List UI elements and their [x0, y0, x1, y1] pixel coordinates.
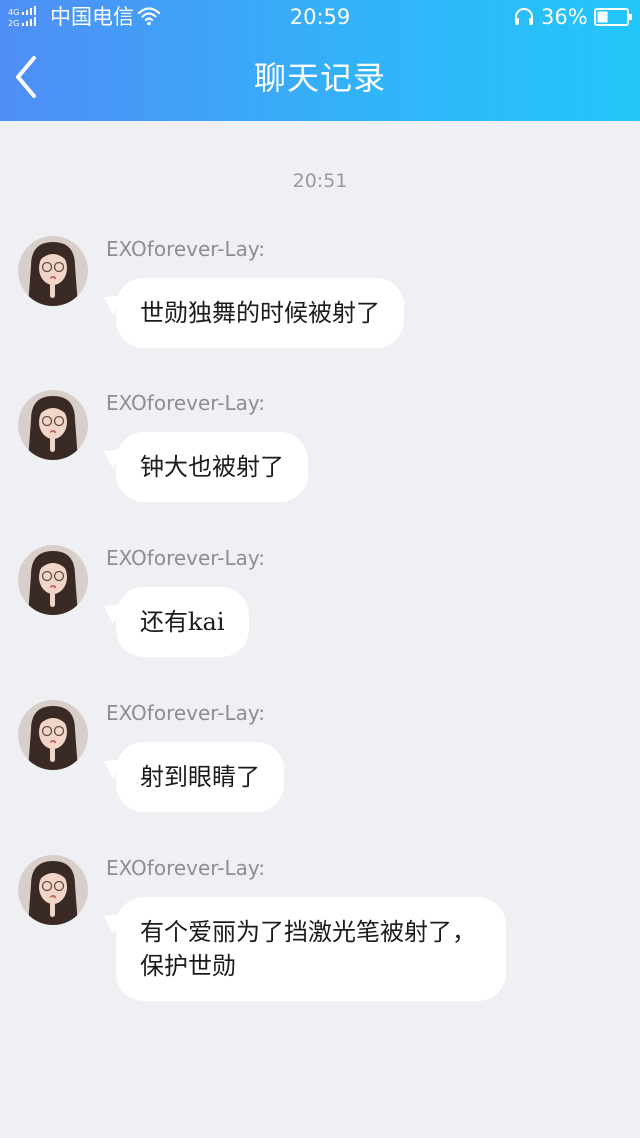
- avatar-image: [18, 855, 88, 925]
- avatar-image: [18, 545, 88, 615]
- message-bubble[interactable]: 还有kai: [116, 587, 249, 657]
- headset-icon: [515, 8, 533, 25]
- message-bubble[interactable]: 世勋独舞的时候被射了: [116, 278, 404, 348]
- app-header: 4G 2G 中国电信 20:59 36% 聊天记录: [0, 0, 640, 121]
- avatar-image: [18, 390, 88, 460]
- battery-percent: 36%: [541, 5, 588, 29]
- avatar[interactable]: [18, 236, 88, 306]
- message-bubble[interactable]: 有个爱丽为了挡激光笔被射了，保护世勋: [116, 897, 506, 1001]
- avatar[interactable]: [18, 855, 88, 925]
- page-title: 聊天记录: [253, 59, 386, 97]
- avatar[interactable]: [18, 390, 88, 460]
- message-bubble[interactable]: 射到眼睛了: [116, 742, 284, 812]
- chat-timestamp: 20:51: [292, 170, 348, 192]
- sender-name: EXOforever-Lay:: [106, 237, 265, 261]
- sender-name: EXOforever-Lay:: [106, 391, 265, 415]
- sender-name: EXOforever-Lay:: [106, 546, 265, 570]
- message-bubble[interactable]: 钟大也被射了: [116, 432, 308, 502]
- status-bar: 4G 2G 中国电信 20:59 36%: [0, 0, 640, 34]
- sender-name: EXOforever-Lay:: [106, 701, 265, 725]
- avatar-image: [18, 700, 88, 770]
- avatar-image: [18, 236, 88, 306]
- sender-name: EXOforever-Lay:: [106, 856, 265, 880]
- battery-icon: [594, 8, 632, 26]
- avatar[interactable]: [18, 700, 88, 770]
- avatar[interactable]: [18, 545, 88, 615]
